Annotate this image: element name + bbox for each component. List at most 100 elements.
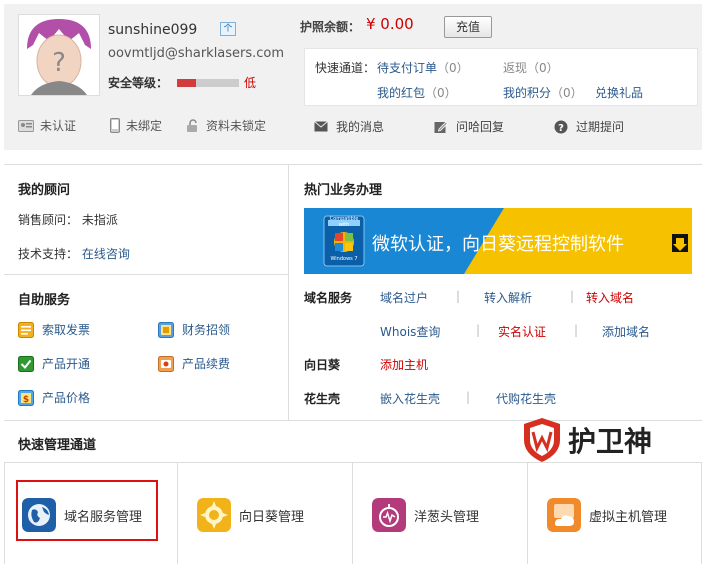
renew-icon [158,355,174,372]
quick-channel-box: 快速通道： 待支付订单（0） 返现（0） 我的红包（0） 我的积分（0） 兑换礼… [304,48,698,106]
status-unverified-label: 未认证 [40,119,77,133]
whois-link[interactable]: Whois查询 [380,323,440,340]
recharge-button[interactable]: 充值 [444,16,492,38]
sunflower-icon [197,498,231,532]
divider [4,462,5,564]
domain-service-label: 域名服务 [304,291,353,305]
request-invoice-link[interactable]: 索取发票 [18,321,90,338]
status-unbound-label: 未绑定 [126,119,163,133]
quick-item-red-packet-label: 我的红包 [377,86,426,100]
divider [4,164,702,165]
tech-support-label: 技术支持： [18,247,79,261]
quick-item-redeem-gifts[interactable]: 兑换礼品 [595,84,643,101]
expired-questions-link[interactable]: ? 过期提问 [554,118,624,135]
quick-channel-label: 快速通道： [315,61,376,75]
self-service-title: 自助服务 [18,293,71,308]
tile-vhost-management-label: 虚拟主机管理 [589,509,668,525]
product-renew-label: 产品续费 [182,357,231,371]
separator: | [574,323,579,337]
username: sunshine099 [108,22,198,38]
add-domain-link[interactable]: 添加域名 [602,323,650,340]
envelope-icon [314,121,328,132]
svg-text:?: ? [52,48,66,78]
add-host-link[interactable]: 添加主机 [380,356,428,373]
sunlogin-banner[interactable]: Compatible with Windows 7 微软认证，向日葵远程控制软件 [304,208,692,274]
sunflower-label: 向日葵 [304,358,341,372]
product-price-link[interactable]: $ 产品价格 [18,389,90,406]
divider [288,164,289,420]
quick-item-cashback[interactable]: 返现（0） [503,59,559,76]
product-activate-link[interactable]: 产品开通 [18,355,90,372]
price-icon: $ [18,389,34,406]
huweishen-logo-text: 护卫神 [568,425,653,458]
quick-item-points[interactable]: 我的积分（0） [503,84,583,101]
request-invoice-label: 索取发票 [42,323,91,337]
check-icon [18,355,34,372]
cloud-host-icon [547,498,581,532]
banner-text: 微软认证，向日葵远程控制软件 [372,234,624,255]
divider [352,462,353,564]
account-panel: 护照余额： ¥ 0.00 充值 快速通道： 待支付订单（0） 返现（0） 我的红… [300,4,702,150]
divider [4,274,288,275]
svg-text:$: $ [23,395,29,405]
tile-sunflower-management[interactable]: 向日葵管理 [197,470,304,560]
expired-questions-label: 过期提问 [576,120,625,134]
status-unverified[interactable]: 未认证 [18,117,76,134]
quick-item-count: （0） [527,61,559,75]
quick-item-count: （0） [437,61,469,75]
my-messages-label: 我的消息 [336,120,385,134]
selection-highlight [16,480,158,541]
embed-oray-link[interactable]: 嵌入花生壳 [380,390,440,407]
quick-item-pending-orders-label: 待支付订单 [377,61,438,75]
avatar[interactable]: ? [18,14,100,96]
windows7-badge-top: Compatible with [329,216,359,228]
security-level-label: 安全等级： [108,76,169,90]
domain-transfer-link[interactable]: 域名过户 [380,289,428,306]
product-activate-label: 产品开通 [42,357,91,371]
invoice-icon [18,321,34,338]
svg-text:?: ? [558,123,564,134]
question-icon: ? [554,120,568,134]
tile-onion-management[interactable]: 洋葱头管理 [372,470,479,560]
hot-business-title: 热门业务办理 [304,183,383,198]
finance-claim-link[interactable]: 财务招领 [158,321,230,338]
status-unbound[interactable]: 未绑定 [110,117,162,134]
online-consult-link[interactable]: 在线咨询 [82,247,130,261]
separator: | [456,289,461,303]
product-renew-link[interactable]: 产品续费 [158,355,230,372]
buy-oray-link[interactable]: 代购花生壳 [496,390,556,407]
quick-manage-title: 快速管理通道 [18,438,97,453]
quick-item-red-packet[interactable]: 我的红包（0） [377,84,457,101]
windows7-badge-bottom: Windows 7 [330,256,358,262]
quick-item-count: （0） [425,86,457,100]
user-email: oovmtljd@sharklasers.com [108,46,285,61]
real-name-link[interactable]: 实名认证 [498,323,546,340]
quick-item-count: （0） [551,86,583,100]
quick-item-points-label: 我的积分 [503,86,552,100]
quick-item-cashback-label: 返现 [503,61,528,75]
phone-icon [110,118,120,133]
transfer-dns-link[interactable]: 转入解析 [484,289,532,306]
onion-icon [372,498,406,532]
qa-reply-label: 问哈回复 [456,120,505,134]
product-price-label: 产品价格 [42,391,91,405]
id-card-icon [18,119,34,132]
divider [527,462,528,564]
security-level-bar [177,79,239,87]
tile-onion-management-label: 洋葱头管理 [414,509,480,525]
balance-label: 护照余额： [300,20,361,34]
quick-item-pending-orders[interactable]: 待支付订单（0） [377,59,469,76]
tile-vhost-management[interactable]: 虚拟主机管理 [547,470,667,560]
huweishen-logo: 护卫神 [520,414,690,466]
advisor-title: 我的顾问 [18,183,71,198]
balance-value: ¥ 0.00 [366,15,414,33]
sales-advisor-label: 销售顾问： [18,213,79,227]
transfer-domain-link[interactable]: 转入域名 [586,289,634,306]
my-messages-link[interactable]: 我的消息 [314,118,384,135]
tile-sunflower-management-label: 向日葵管理 [239,509,305,525]
separator: | [570,289,575,303]
qa-reply-link[interactable]: 问哈回复 [434,118,504,135]
status-unlocked[interactable]: 资料未锁定 [186,117,266,134]
sales-advisor-row: 销售顾问： 未指派 [18,211,118,228]
user-tag-badge[interactable]: 个 [220,22,236,36]
